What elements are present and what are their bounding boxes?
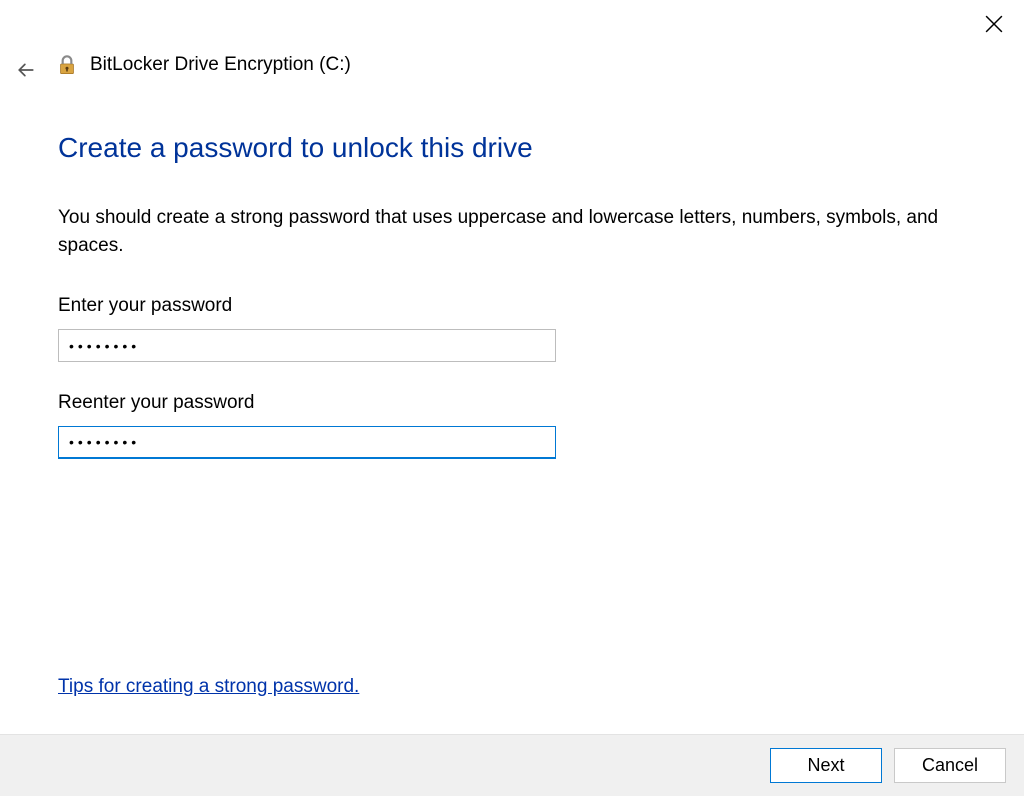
reenter-password-input[interactable] xyxy=(58,426,556,459)
bitlocker-icon xyxy=(54,52,80,78)
next-button[interactable]: Next xyxy=(770,748,882,783)
window-title: BitLocker Drive Encryption (C:) xyxy=(90,54,351,76)
content-area: Create a password to unlock this drive Y… xyxy=(58,132,984,489)
tips-link[interactable]: Tips for creating a strong password. xyxy=(58,676,359,698)
enter-password-input[interactable] xyxy=(58,329,556,362)
enter-password-label: Enter your password xyxy=(58,295,984,317)
header: BitLocker Drive Encryption (C:) xyxy=(54,52,351,78)
page-heading: Create a password to unlock this drive xyxy=(58,132,984,164)
instruction-text: You should create a strong password that… xyxy=(58,204,978,259)
cancel-button[interactable]: Cancel xyxy=(894,748,1006,783)
reenter-password-label: Reenter your password xyxy=(58,392,984,414)
back-button[interactable] xyxy=(14,60,38,84)
footer: Next Cancel xyxy=(0,734,1024,796)
close-icon xyxy=(985,15,1003,38)
close-button[interactable] xyxy=(982,14,1006,38)
arrow-left-icon xyxy=(17,61,35,84)
